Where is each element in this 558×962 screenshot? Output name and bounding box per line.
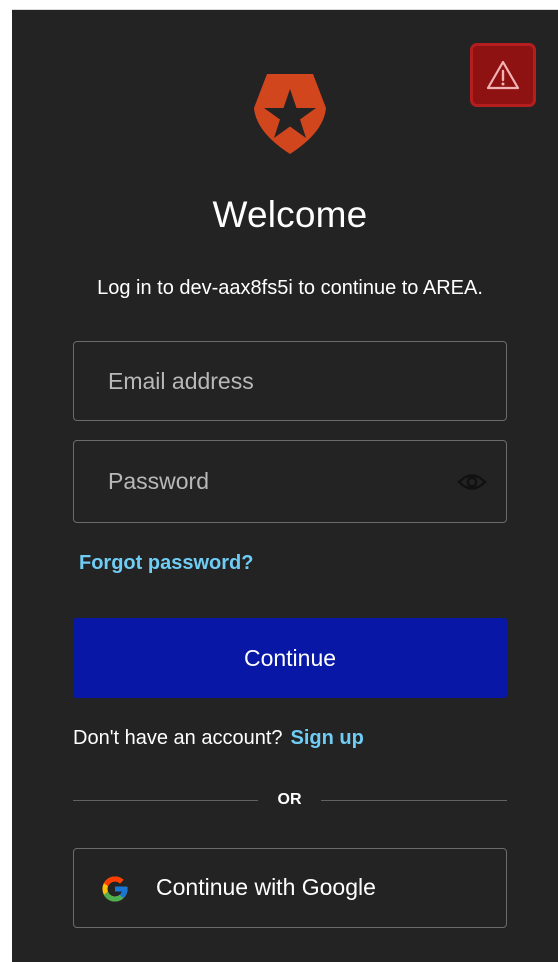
forgot-password-link[interactable]: Forgot password? (79, 552, 253, 575)
signup-prompt: Don't have an account? (73, 727, 283, 749)
email-input[interactable] (74, 342, 506, 420)
eye-icon (457, 474, 487, 490)
login-subtitle: Log in to dev-aax8fs5i to continue to AR… (97, 277, 483, 299)
show-password-toggle[interactable] (456, 468, 488, 496)
google-g-icon (102, 876, 128, 902)
page-title: Welcome (212, 194, 368, 235)
divider-line-left (73, 800, 258, 801)
email-field-container (73, 341, 507, 421)
password-field-container (73, 440, 507, 523)
continue-with-google-button[interactable]: Continue with Google (73, 848, 507, 928)
divider-or-label: OR (277, 791, 302, 808)
auth0-star-shield-icon (254, 74, 326, 154)
warning-triangle-icon (486, 60, 520, 90)
login-screen: Welcome Log in to dev-aax8fs5i to contin… (12, 9, 558, 962)
sign-up-link[interactable]: Sign up (291, 727, 364, 749)
password-input[interactable] (74, 441, 506, 522)
warning-button[interactable] (470, 43, 536, 107)
divider-line-right (321, 800, 507, 801)
google-button-label: Continue with Google (156, 874, 376, 900)
continue-button[interactable]: Continue (73, 618, 507, 698)
signup-row: Don't have an account? Sign up (73, 727, 364, 750)
